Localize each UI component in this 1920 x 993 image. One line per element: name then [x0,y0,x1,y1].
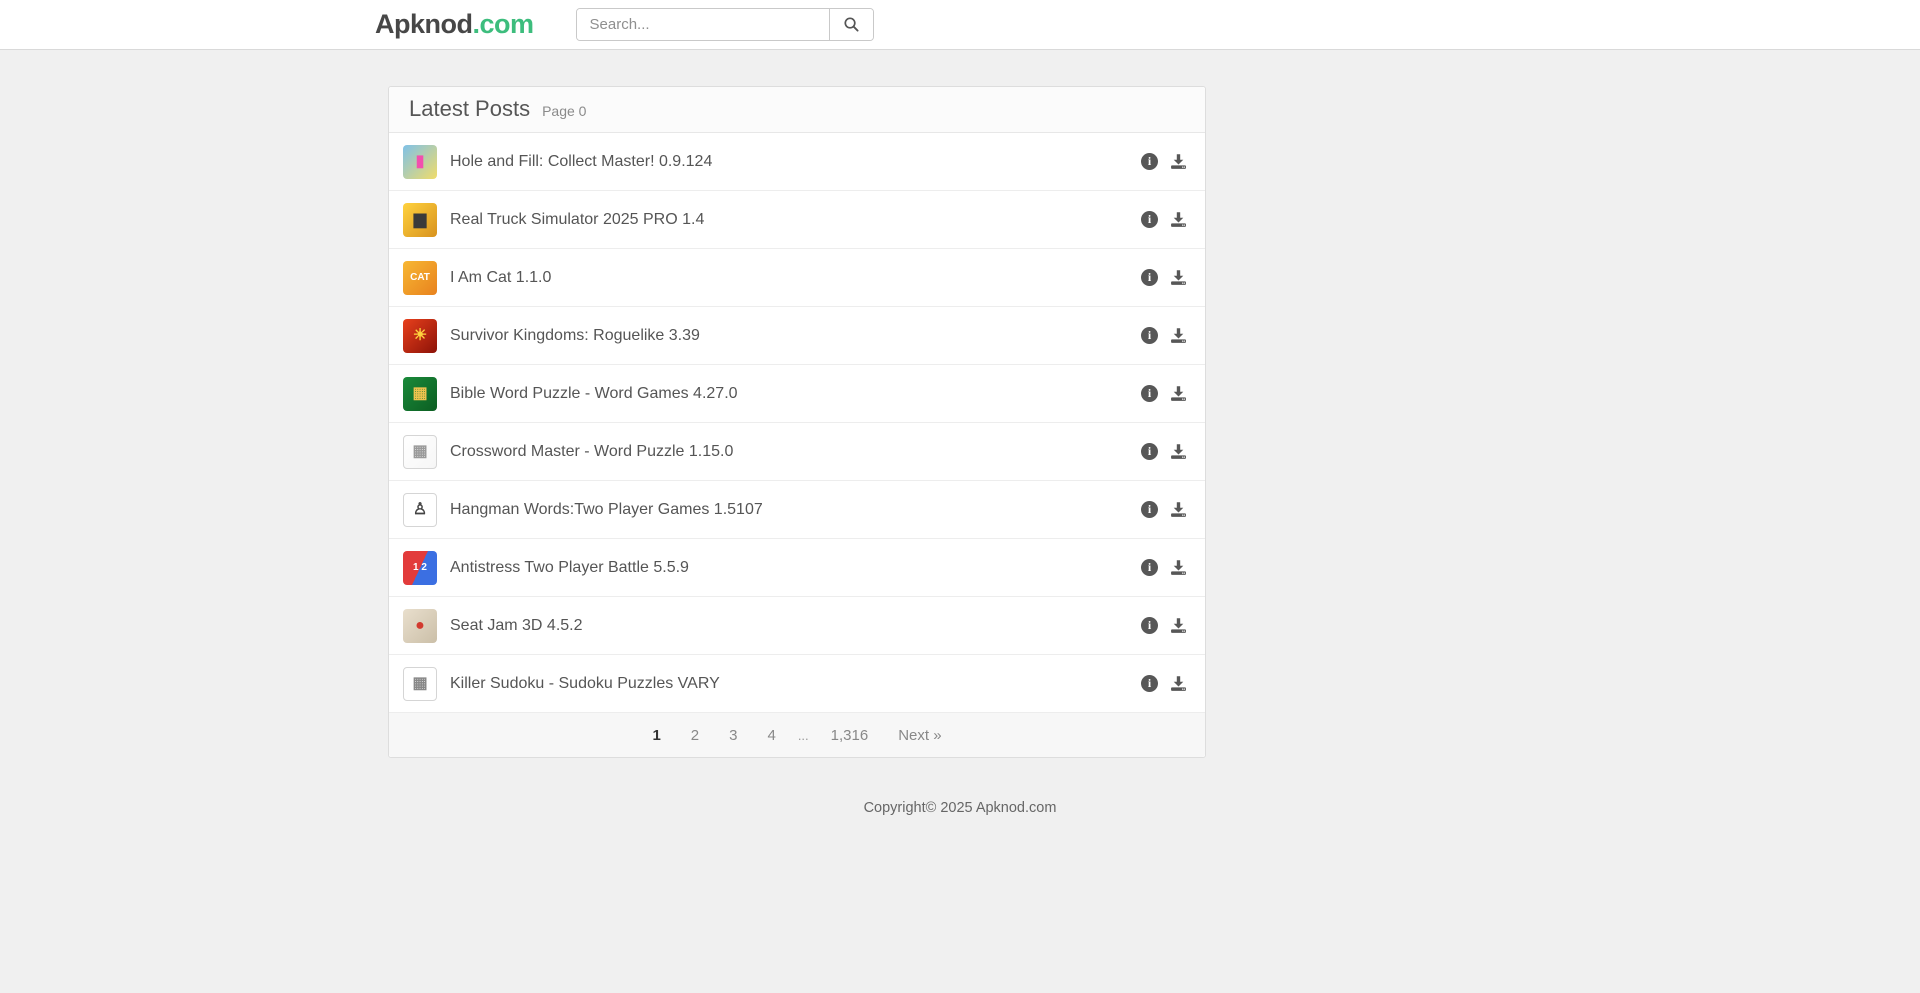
app-thumbnail: ▮ [403,145,437,179]
list-item: CAT I Am Cat 1.1.0 i [389,249,1205,307]
download-icon[interactable] [1170,269,1187,286]
row-actions: i [1141,385,1187,402]
app-thumbnail: ▦ [403,435,437,469]
app-thumbnail-glyph: ▦ [412,676,427,692]
latest-posts-panel: Latest Posts Page 0 ▮ Hole and Fill: Col… [388,86,1206,758]
download-icon[interactable] [1170,675,1187,692]
list-item: 1 2 Antistress Two Player Battle 5.5.9 i [389,539,1205,597]
site-header: Apknod.com [0,0,1920,50]
download-icon[interactable] [1170,501,1187,518]
app-thumbnail: ▦ [403,377,437,411]
post-title-link[interactable]: Killer Sudoku - Sudoku Puzzles VARY [450,675,1141,693]
info-icon[interactable]: i [1141,269,1158,286]
magnifier-icon [843,16,860,33]
download-icon[interactable] [1170,385,1187,402]
download-icon[interactable] [1170,327,1187,344]
row-actions: i [1141,211,1187,228]
post-title-link[interactable]: Survivor Kingdoms: Roguelike 3.39 [450,327,1141,345]
list-item: ▮ Hole and Fill: Collect Master! 0.9.124… [389,133,1205,191]
post-title-link[interactable]: Hole and Fill: Collect Master! 0.9.124 [450,153,1141,171]
logo-text-primary: Apknod [375,9,473,39]
post-title-link[interactable]: Hangman Words:Two Player Games 1.5107 [450,501,1141,519]
search-form [576,8,874,41]
download-icon[interactable] [1170,443,1187,460]
app-thumbnail: ● [403,609,437,643]
post-title-link[interactable]: I Am Cat 1.1.0 [450,269,1141,287]
row-actions: i [1141,501,1187,518]
info-icon[interactable]: i [1141,675,1158,692]
pagination-page-2[interactable]: 2 [691,727,699,744]
app-thumbnail-glyph: ● [415,618,425,634]
download-icon[interactable] [1170,617,1187,634]
panel-heading: Latest Posts Page 0 [389,87,1205,133]
list-item: ▦ Crossword Master - Word Puzzle 1.15.0 … [389,423,1205,481]
app-thumbnail: ▦ [403,667,437,701]
download-icon[interactable] [1170,559,1187,576]
app-thumbnail: CAT [403,261,437,295]
app-thumbnail-glyph: ▮ [416,154,425,170]
info-icon[interactable]: i [1141,501,1158,518]
info-icon[interactable]: i [1141,617,1158,634]
post-title-link[interactable]: Crossword Master - Word Puzzle 1.15.0 [450,443,1141,461]
page-title: Latest Posts [409,96,530,122]
app-thumbnail-glyph: CAT [410,273,430,283]
logo-text-suffix: .com [473,9,534,39]
pagination-ellipsis: ... [798,728,809,743]
info-icon[interactable]: i [1141,153,1158,170]
pagination-next[interactable]: Next » [898,727,941,744]
list-item: ▦ Bible Word Puzzle - Word Games 4.27.0 … [389,365,1205,423]
row-actions: i [1141,617,1187,634]
app-thumbnail: 1 2 [403,551,437,585]
site-logo[interactable]: Apknod.com [375,9,534,40]
app-thumbnail-glyph: ▆ [414,212,426,228]
post-title-link[interactable]: Seat Jam 3D 4.5.2 [450,617,1141,635]
pagination-page-4[interactable]: 4 [767,727,775,744]
list-item: ▦ Killer Sudoku - Sudoku Puzzles VARY i [389,655,1205,713]
info-icon[interactable]: i [1141,443,1158,460]
app-thumbnail-glyph: ☀ [413,328,427,344]
info-icon[interactable]: i [1141,327,1158,344]
info-icon[interactable]: i [1141,211,1158,228]
app-thumbnail-glyph: ▦ [412,444,427,460]
row-actions: i [1141,327,1187,344]
row-actions: i [1141,675,1187,692]
pagination-page-1,316[interactable]: 1,316 [831,727,869,744]
copyright-text: Copyright© 2025 Apknod.com [0,800,1920,816]
download-icon[interactable] [1170,153,1187,170]
search-input[interactable] [577,9,829,40]
post-list: ▮ Hole and Fill: Collect Master! 0.9.124… [389,133,1205,713]
app-thumbnail-glyph: 1 2 [413,563,427,573]
pagination: 1 2 3 4... 1,316 Next » [389,713,1205,757]
row-actions: i [1141,443,1187,460]
app-thumbnail: ▆ [403,203,437,237]
list-item: ● Seat Jam 3D 4.5.2 i [389,597,1205,655]
app-thumbnail-glyph: ▦ [412,386,427,402]
page-indicator: Page 0 [542,103,586,119]
info-icon[interactable]: i [1141,559,1158,576]
search-button[interactable] [829,9,873,40]
pagination-page-3[interactable]: 3 [729,727,737,744]
info-icon[interactable]: i [1141,385,1158,402]
site-footer: Copyright© 2025 Apknod.com [0,800,1920,816]
post-title-link[interactable]: Antistress Two Player Battle 5.5.9 [450,559,1141,577]
app-thumbnail-glyph: ♙ [413,502,427,518]
app-thumbnail: ☀ [403,319,437,353]
row-actions: i [1141,153,1187,170]
pagination-page-1[interactable]: 1 [652,727,660,744]
main-content: Latest Posts Page 0 ▮ Hole and Fill: Col… [0,50,1920,758]
post-title-link[interactable]: Bible Word Puzzle - Word Games 4.27.0 [450,385,1141,403]
list-item: ▆ Real Truck Simulator 2025 PRO 1.4 i [389,191,1205,249]
list-item: ♙ Hangman Words:Two Player Games 1.5107 … [389,481,1205,539]
post-title-link[interactable]: Real Truck Simulator 2025 PRO 1.4 [450,211,1141,229]
download-icon[interactable] [1170,211,1187,228]
row-actions: i [1141,559,1187,576]
app-thumbnail: ♙ [403,493,437,527]
row-actions: i [1141,269,1187,286]
list-item: ☀ Survivor Kingdoms: Roguelike 3.39 i [389,307,1205,365]
